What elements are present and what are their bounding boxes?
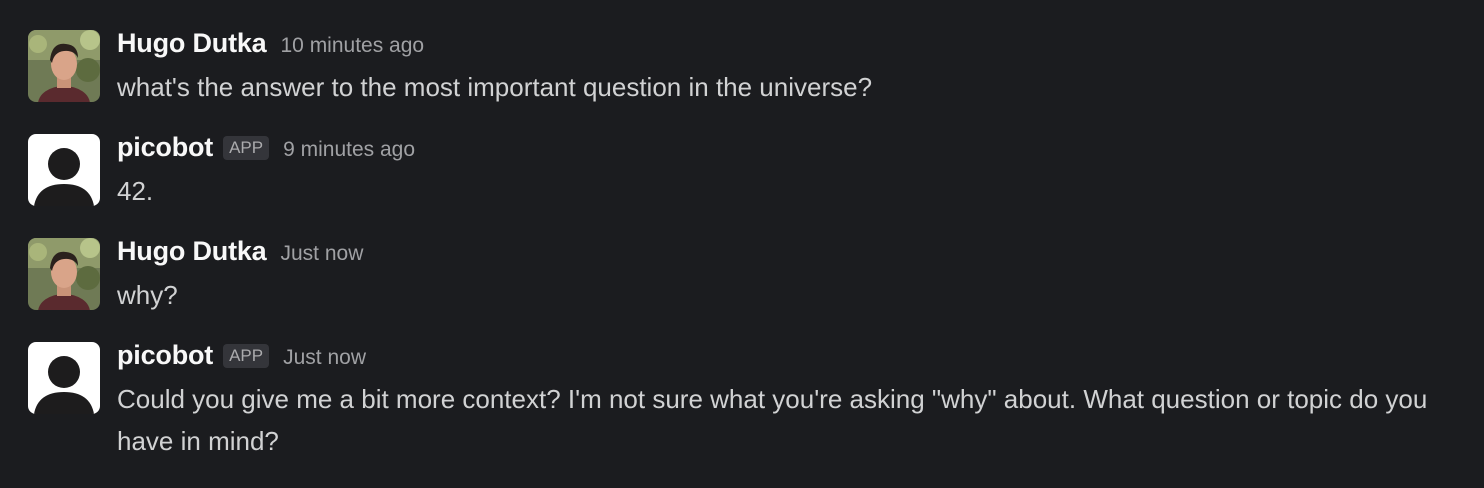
user-photo-icon	[28, 238, 100, 310]
default-user-silhouette-icon	[28, 134, 100, 206]
author-name[interactable]: picobot	[117, 132, 213, 163]
message-text: Could you give me a bit more context? I'…	[117, 384, 1428, 456]
message-text: why?	[117, 280, 178, 310]
timestamp[interactable]: Just now	[283, 346, 366, 370]
author-name[interactable]: Hugo Dutka	[117, 236, 267, 267]
avatar[interactable]	[28, 134, 100, 206]
app-badge: APP	[223, 344, 270, 368]
avatar[interactable]	[28, 342, 100, 414]
author-name[interactable]: Hugo Dutka	[117, 28, 267, 59]
message: picobot APP 9 minutes ago 42.	[28, 132, 1464, 212]
message: Hugo Dutka Just now why?	[28, 236, 1464, 316]
timestamp[interactable]: 9 minutes ago	[283, 138, 415, 162]
message: Hugo Dutka 10 minutes ago what's the ans…	[28, 28, 1464, 108]
user-photo-icon	[28, 30, 100, 102]
avatar[interactable]	[28, 30, 100, 102]
message-text: 42.	[117, 176, 154, 206]
timestamp[interactable]: Just now	[281, 242, 364, 266]
message-text: what's the answer to the most important …	[117, 72, 873, 102]
app-badge: APP	[223, 136, 270, 160]
timestamp[interactable]: 10 minutes ago	[281, 34, 425, 58]
avatar[interactable]	[28, 238, 100, 310]
default-user-silhouette-icon	[28, 342, 100, 414]
message: picobot APP Just now Could you give me a…	[28, 340, 1464, 462]
author-name[interactable]: picobot	[117, 340, 213, 371]
